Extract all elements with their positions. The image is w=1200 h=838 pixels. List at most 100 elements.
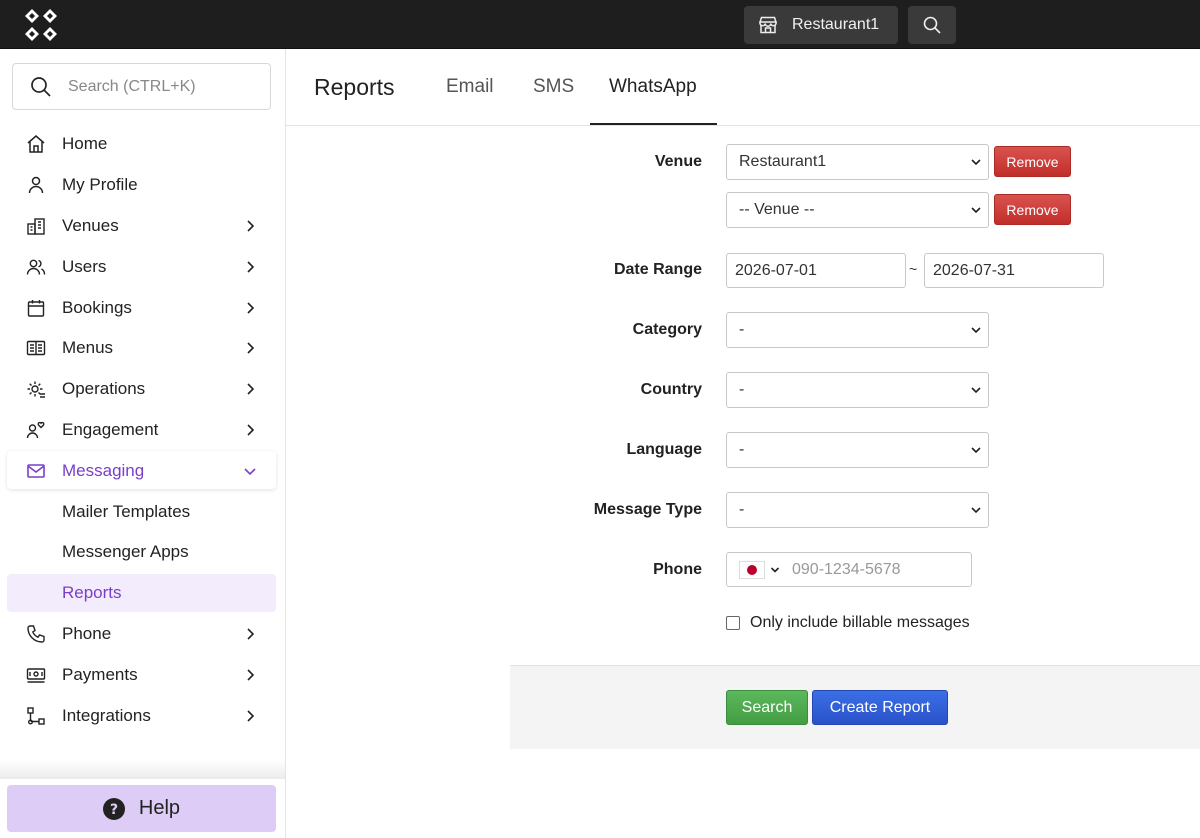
svg-text:?: ? xyxy=(110,802,118,818)
chevron-down-icon xyxy=(970,324,982,336)
sidebar-item-label: Menus xyxy=(62,338,114,358)
billable-checkbox-label: Only include billable messages xyxy=(750,614,970,631)
billable-checkbox-row[interactable]: Only include billable messages xyxy=(726,614,970,632)
sidebar-item-phone[interactable]: Phone xyxy=(0,614,286,655)
book-icon xyxy=(26,338,46,358)
sidebar-subitem-messenger-apps[interactable]: Messenger Apps xyxy=(0,532,286,573)
date-separator: ~ xyxy=(909,261,918,277)
chevron-down-icon xyxy=(243,464,257,478)
chevron-right-icon xyxy=(243,382,257,396)
phone-placeholder: 090-1234-5678 xyxy=(792,560,901,578)
sidebar-item-operations[interactable]: Operations xyxy=(0,369,286,410)
date-range-label: Date Range xyxy=(613,261,702,278)
sidebar-subitem-label: Mailer Templates xyxy=(62,501,191,521)
global-search-button[interactable] xyxy=(908,6,956,44)
chevron-right-icon xyxy=(243,668,257,682)
message-type-select[interactable]: - xyxy=(726,492,989,528)
sidebar-item-label: Bookings xyxy=(62,297,132,317)
help-button[interactable]: ? Help xyxy=(7,785,276,832)
venue-label: Venue xyxy=(654,153,702,170)
country-label: Country xyxy=(640,381,702,398)
chevron-down-icon xyxy=(970,156,982,168)
chevron-right-icon xyxy=(243,341,257,355)
sidebar-search-placeholder: Search (CTRL+K) xyxy=(68,77,196,95)
date-from-input[interactable]: 2026-07-01 xyxy=(726,253,906,288)
remove-venue-button-1[interactable]: Remove xyxy=(994,146,1071,177)
chevron-right-icon xyxy=(243,709,257,723)
sidebar-item-home[interactable]: Home xyxy=(0,124,286,165)
venue-switcher-label: Restaurant1 xyxy=(792,16,880,33)
page-header: Reports Email SMS WhatsApp xyxy=(286,49,1200,126)
sidebar-item-my-profile[interactable]: My Profile xyxy=(0,165,286,206)
sidebar-item-label: Home xyxy=(62,134,108,154)
users-icon xyxy=(26,257,46,277)
venue-select-1[interactable]: Restaurant1 xyxy=(726,144,989,180)
sidebar-item-label: Users xyxy=(62,256,107,276)
language-select-value: - xyxy=(739,441,745,458)
chevron-down-icon[interactable] xyxy=(770,565,780,575)
sidebar-item-integrations[interactable]: Integrations xyxy=(0,695,286,736)
sidebar-item-label: Integrations xyxy=(62,705,151,725)
country-select[interactable]: - xyxy=(726,372,989,408)
chevron-down-icon xyxy=(970,444,982,456)
sidebar-item-label: Engagement xyxy=(62,419,159,439)
home-icon xyxy=(26,134,46,154)
sidebar-nav: Home My Profile Venues Users Bookings Me… xyxy=(0,124,286,736)
search-icon xyxy=(30,76,52,98)
sidebar-subitem-mailer-templates[interactable]: Mailer Templates xyxy=(0,491,286,532)
date-to-input[interactable]: 2026-07-31 xyxy=(924,253,1104,288)
top-bar: Restaurant1 xyxy=(0,0,1200,49)
search-icon xyxy=(922,15,942,35)
sidebar-item-bookings[interactable]: Bookings xyxy=(0,287,286,328)
store-icon xyxy=(758,16,778,34)
sidebar-item-payments[interactable]: Payments xyxy=(0,654,286,695)
search-button[interactable]: Search xyxy=(726,690,808,725)
sidebar-item-label: My Profile xyxy=(62,175,138,195)
billable-checkbox[interactable] xyxy=(726,616,740,630)
chevron-right-icon xyxy=(243,301,257,315)
japan-flag-icon[interactable] xyxy=(739,560,765,579)
sidebar-search-input[interactable]: Search (CTRL+K) xyxy=(12,63,271,110)
phone-icon xyxy=(26,624,46,644)
chevron-right-icon xyxy=(243,627,257,641)
sidebar: Search (CTRL+K) Home My Profile Venues U… xyxy=(0,49,286,838)
sidebar-item-menus[interactable]: Menus xyxy=(0,328,286,369)
chevron-right-icon xyxy=(243,219,257,233)
tab-email[interactable]: Email xyxy=(446,76,494,98)
tab-sms[interactable]: SMS xyxy=(533,76,574,98)
sidebar-subitem-label: Messenger Apps xyxy=(62,542,189,562)
sidebar-item-engagement[interactable]: Engagement xyxy=(0,410,286,451)
chevron-right-icon xyxy=(243,423,257,437)
current-item-highlight xyxy=(7,573,276,612)
language-select[interactable]: - xyxy=(726,432,989,468)
create-report-button[interactable]: Create Report xyxy=(812,690,948,725)
country-select-value: - xyxy=(739,381,745,398)
category-label: Category xyxy=(632,321,702,338)
venue-select-value: Restaurant1 xyxy=(739,153,827,170)
venue-switcher-button[interactable]: Restaurant1 xyxy=(744,6,898,44)
app-logo-icon[interactable] xyxy=(24,8,58,42)
help-icon: ? xyxy=(102,797,125,820)
venue-select-value: -- Venue -- xyxy=(739,201,815,218)
sidebar-item-venues[interactable]: Venues xyxy=(0,206,286,247)
sidebar-item-label: Phone xyxy=(62,623,112,643)
active-tab-indicator xyxy=(590,123,717,125)
phone-label: Phone xyxy=(653,561,702,578)
sidebar-item-label: Operations xyxy=(62,379,146,399)
sidebar-item-users[interactable]: Users xyxy=(0,246,286,287)
sidebar-subitem-reports[interactable]: Reports xyxy=(0,573,286,614)
chevron-down-icon xyxy=(970,204,982,216)
sidebar-item-messaging[interactable]: Messaging xyxy=(0,450,286,491)
engagement-icon xyxy=(26,420,46,440)
remove-venue-button-2[interactable]: Remove xyxy=(994,194,1071,225)
payments-icon xyxy=(26,665,46,685)
tab-whatsapp[interactable]: WhatsApp xyxy=(609,76,697,98)
category-select[interactable]: - xyxy=(726,312,989,348)
page-title: Reports xyxy=(314,74,395,100)
chevron-right-icon xyxy=(243,260,257,274)
category-select-value: - xyxy=(739,321,745,338)
sidebar-item-label: Venues xyxy=(62,215,119,235)
phone-input[interactable]: 090-1234-5678 xyxy=(726,552,972,587)
help-label: Help xyxy=(138,797,181,819)
venue-select-2[interactable]: -- Venue -- xyxy=(726,192,989,228)
